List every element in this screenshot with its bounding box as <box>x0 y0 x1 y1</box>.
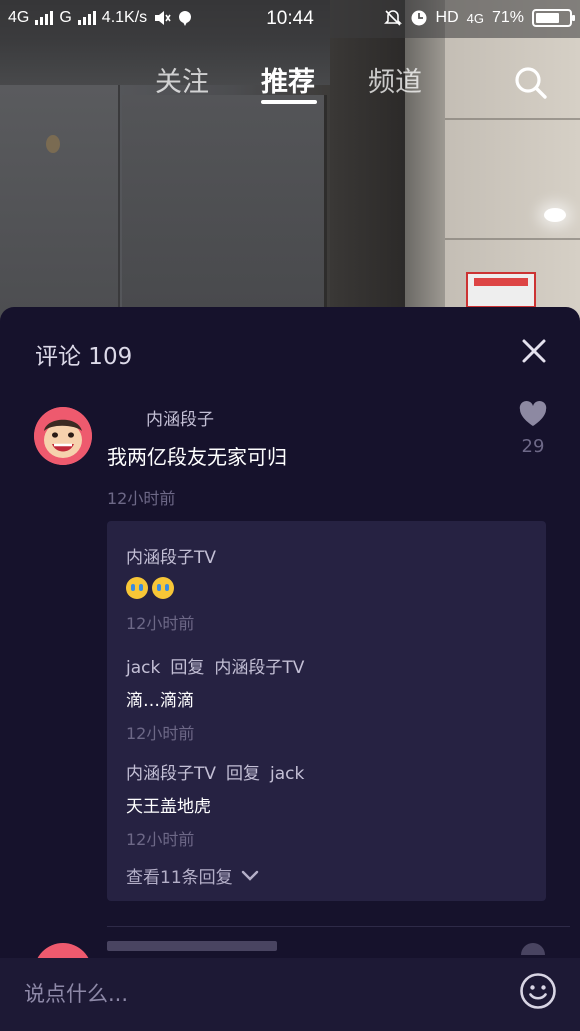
active-tab-indicator <box>261 100 317 104</box>
tab-following[interactable]: 关注 <box>155 60 209 99</box>
reply-item: 内涵段子TV 12小时前 <box>126 543 536 634</box>
reply-item: 内涵段子TV 回复 jack 天王盖地虎 12小时前 <box>126 759 536 850</box>
close-button[interactable] <box>520 337 548 365</box>
crying-face-emoji-icon <box>152 577 174 599</box>
tab-recommended[interactable]: 推荐 <box>261 60 315 99</box>
alarm-off-icon <box>383 10 402 26</box>
video-door-middle <box>122 95 327 330</box>
top-tabs: 关注 推荐 频道 <box>0 58 580 108</box>
video-light <box>544 208 566 222</box>
status-bar: 4G G 4.1K/s 10:44 HD 4G 71% <box>0 0 580 38</box>
network-label-3: 4G <box>466 10 484 26</box>
comment-input-bar <box>0 958 580 1031</box>
reply-author[interactable]: jack <box>126 658 160 678</box>
search-icon <box>515 67 547 99</box>
tab-channels[interactable]: 频道 <box>368 60 422 99</box>
next-comment-text-partial <box>107 941 277 951</box>
heart-icon <box>521 943 545 955</box>
reply-word: 回复 <box>170 658 205 678</box>
reply-text[interactable]: 天王盖地虎 <box>126 792 536 817</box>
video-door-frame <box>330 0 405 330</box>
view-more-replies-button[interactable]: 查看11条回复 <box>126 863 259 888</box>
reply-time: 12小时前 <box>126 724 195 743</box>
reply-target[interactable]: 内涵段子TV <box>214 658 304 678</box>
comments-count-title: 评论 109 <box>35 344 133 370</box>
hd-label: HD <box>435 9 459 26</box>
video-background[interactable] <box>0 0 580 330</box>
video-notice-sign <box>466 272 536 308</box>
comment-time: 12小时前 <box>107 489 176 508</box>
emoji-button[interactable] <box>519 972 557 1010</box>
search-button[interactable] <box>514 66 548 100</box>
comments-sheet: 评论 109 内涵段子 我两亿段友无家可归 12小时前 29 内涵段子TV 12… <box>0 307 580 1031</box>
battery-icon <box>532 9 575 27</box>
reply-time: 12小时前 <box>126 614 195 633</box>
like-button[interactable] <box>519 401 547 429</box>
reply-text[interactable] <box>126 576 536 600</box>
reply-text[interactable]: 滴…滴滴 <box>126 686 536 711</box>
reply-author[interactable]: 内涵段子TV <box>126 764 216 784</box>
cartoon-face-avatar-icon <box>34 407 92 465</box>
smiley-face-icon <box>520 973 556 1009</box>
reply-header: 内涵段子TV 回复 jack <box>126 759 536 784</box>
heart-icon <box>519 401 547 426</box>
reply-author[interactable]: 内涵段子TV <box>126 548 216 568</box>
reply-time: 12小时前 <box>126 830 195 849</box>
avatar[interactable] <box>34 407 92 465</box>
reply-header: 内涵段子TV <box>126 543 536 568</box>
close-icon <box>522 339 546 363</box>
like-count: 29 <box>521 436 545 457</box>
video-door-knob <box>46 135 60 153</box>
comment-author[interactable]: 内涵段子 <box>146 405 214 430</box>
replies-box: 内涵段子TV 12小时前 jack 回复 内涵段子TV 滴…滴滴 12小时前 内涵段… <box>107 521 546 901</box>
clock-icon <box>411 10 427 26</box>
comment-input[interactable] <box>24 974 484 1014</box>
reply-target[interactable]: jack <box>270 764 304 784</box>
comment-divider <box>107 926 570 927</box>
battery-fill <box>536 13 559 23</box>
battery-percent: 71% <box>491 9 524 26</box>
status-right: HD 4G 71% <box>383 9 575 27</box>
comment-text[interactable]: 我两亿段友无家可归 <box>107 441 287 470</box>
view-more-label: 查看11条回复 <box>126 868 233 888</box>
reply-header: jack 回复 内涵段子TV <box>126 653 536 678</box>
video-door-left <box>0 85 120 330</box>
reply-item: jack 回复 内涵段子TV 滴…滴滴 12小时前 <box>126 653 536 744</box>
video-pillar <box>405 0 445 330</box>
reply-word: 回复 <box>226 764 261 784</box>
chevron-down-icon <box>241 870 258 881</box>
crying-face-emoji-icon <box>126 577 148 599</box>
